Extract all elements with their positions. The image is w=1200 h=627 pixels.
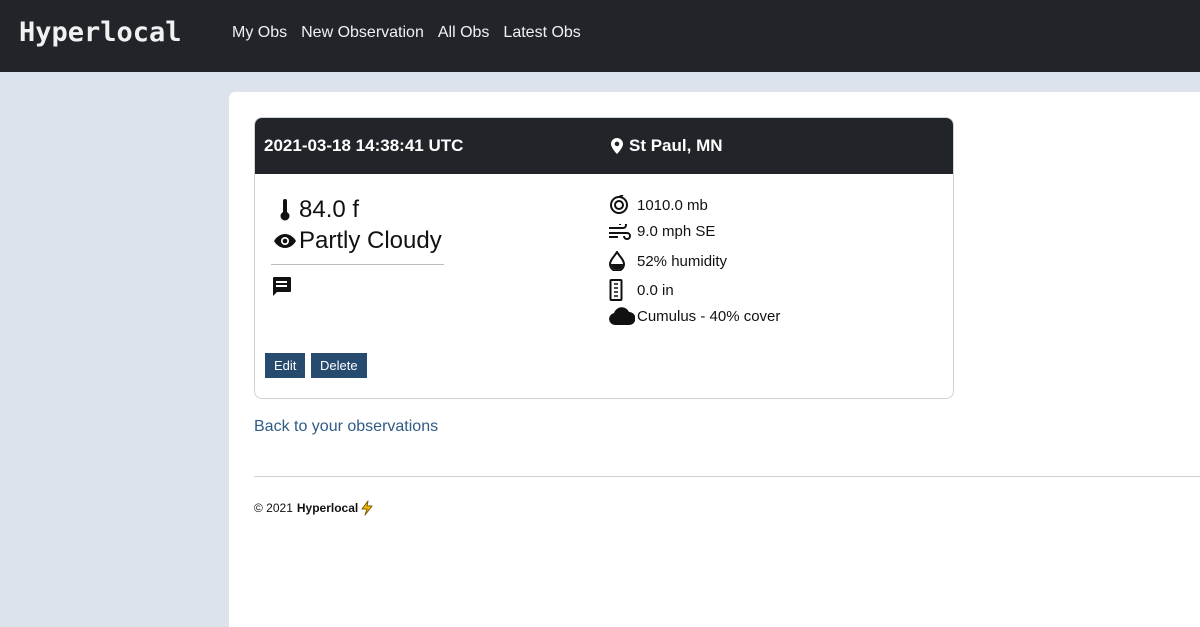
clouds-row: Cumulus - 40% cover xyxy=(609,307,780,325)
humidity-value: 52% humidity xyxy=(637,252,728,270)
observation-location: St Paul, MN xyxy=(611,136,723,156)
pressure-value: 1010.0 mb xyxy=(637,196,708,214)
footer-brand: Hyperlocal xyxy=(296,501,359,515)
temperature-value: 84.0 f xyxy=(299,196,360,223)
comment-icon[interactable] xyxy=(271,276,292,302)
nav-latest-obs[interactable]: Latest Obs xyxy=(503,24,580,42)
nav-new-observation[interactable]: New Observation xyxy=(301,24,424,42)
clouds-value: Cumulus - 40% cover xyxy=(637,307,781,325)
back-to-observations-link[interactable]: Back to your observations xyxy=(254,418,438,436)
divider xyxy=(271,264,444,265)
humidity-row: 52% humidity xyxy=(609,251,727,271)
rain-gauge-icon xyxy=(609,279,637,301)
temperature-row: 84.0 f xyxy=(271,196,359,224)
nav-links: My Obs New Observation All Obs Latest Ob… xyxy=(232,24,595,42)
observation-datetime: 2021-03-18 14:38:41 UTC xyxy=(264,136,464,155)
pressure-icon xyxy=(609,195,637,215)
pressure-row: 1010.0 mb xyxy=(609,195,708,215)
nav-my-obs[interactable]: My Obs xyxy=(232,24,287,42)
brand-logo[interactable]: Hyperlocal xyxy=(19,17,182,48)
lightning-icon xyxy=(359,500,375,516)
observation-card: 2021-03-18 14:38:41 UTC St Paul, MN 84.0… xyxy=(254,117,954,399)
footer: © 2021 Hyperlocal xyxy=(254,500,375,516)
wind-row: 9.0 mph SE xyxy=(609,223,715,240)
footer-divider xyxy=(254,476,1200,477)
edit-button[interactable]: Edit xyxy=(265,353,306,378)
wind-value: 9.0 mph SE xyxy=(637,223,716,240)
thermometer-icon xyxy=(271,199,299,221)
condition-row: Partly Cloudy xyxy=(271,227,442,255)
location-label: St Paul, MN xyxy=(629,136,723,155)
nav-all-obs[interactable]: All Obs xyxy=(438,24,490,42)
humidity-drop-icon xyxy=(609,251,637,271)
navbar: Hyperlocal My Obs New Observation All Ob… xyxy=(0,0,1200,72)
card-header: 2021-03-18 14:38:41 UTC St Paul, MN xyxy=(255,118,953,174)
copyright-text: © 2021 xyxy=(254,501,293,515)
precipitation-value: 0.0 in xyxy=(637,281,674,299)
delete-button[interactable]: Delete xyxy=(311,353,367,378)
condition-value: Partly Cloudy xyxy=(299,227,442,254)
map-pin-icon xyxy=(611,138,623,154)
precipitation-row: 0.0 in xyxy=(609,279,674,301)
main-content: 2021-03-18 14:38:41 UTC St Paul, MN 84.0… xyxy=(229,92,1200,627)
cloud-icon xyxy=(609,307,637,325)
wind-icon xyxy=(609,223,637,240)
eye-icon xyxy=(271,234,299,248)
